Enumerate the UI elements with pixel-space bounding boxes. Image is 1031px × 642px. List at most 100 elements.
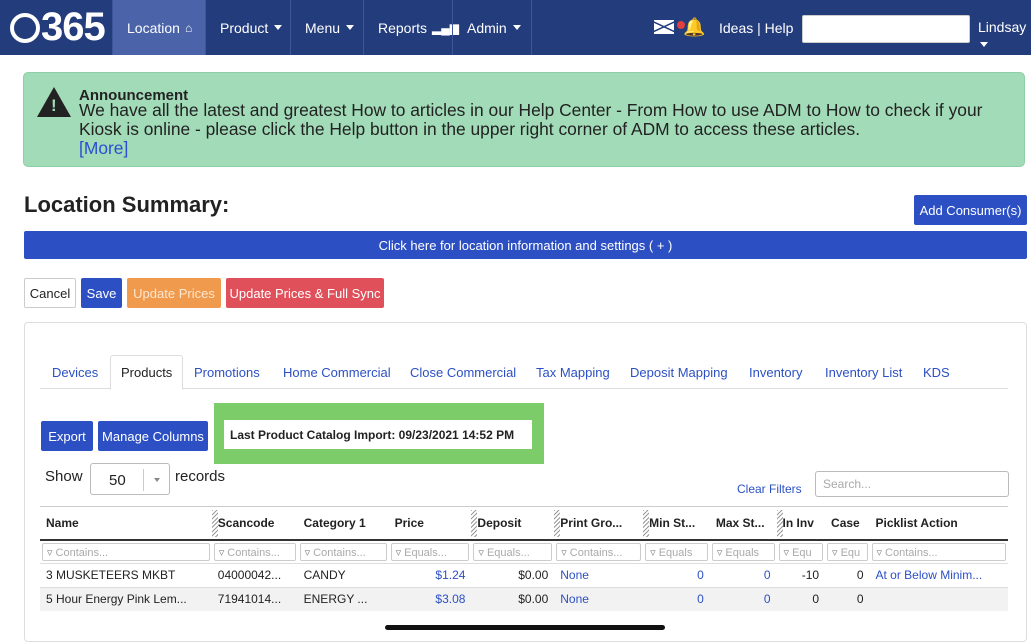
tab-home-commercial[interactable]: Home Commercial bbox=[283, 355, 391, 389]
filter-input[interactable]: ▿ Equ bbox=[778, 542, 824, 561]
filter-input[interactable]: ▿ Equals... bbox=[473, 542, 553, 561]
filter-icon: ▿ bbox=[876, 546, 883, 559]
cell-print-group[interactable]: None bbox=[554, 562, 644, 587]
bell-icon[interactable]: 🔔 bbox=[677, 17, 705, 38]
table-row[interactable]: 3 MUSKETEERS MKBT 04000042... CANDY $1.2… bbox=[40, 562, 1008, 587]
update-prices-full-sync-button[interactable]: Update Prices & Full Sync bbox=[226, 278, 384, 308]
cell-print-group[interactable]: None bbox=[554, 586, 644, 611]
update-prices-button[interactable]: Update Prices bbox=[127, 278, 221, 308]
chevron-down-icon bbox=[346, 25, 355, 30]
save-button[interactable]: Save bbox=[81, 278, 122, 308]
col-print-group[interactable]: Print Gro... bbox=[554, 506, 644, 541]
tab-deposit-mapping[interactable]: Deposit Mapping bbox=[630, 355, 728, 389]
filter-input[interactable]: ▿ Contains... bbox=[299, 542, 387, 561]
col-min-stock[interactable]: Min St... bbox=[643, 506, 710, 541]
cell-price[interactable]: $1.24 bbox=[388, 562, 472, 587]
tab-products[interactable]: Products bbox=[110, 355, 184, 390]
records-label: records bbox=[175, 468, 226, 485]
top-navbar: 365 Location ⌂ Product Menu Reports ▂▄▆ Ad… bbox=[0, 0, 1031, 55]
column-resize-handle[interactable] bbox=[211, 510, 218, 537]
tab-inventory[interactable]: Inventory bbox=[749, 355, 802, 389]
catalog-import-status: Last Product Catalog Import: 09/23/2021 … bbox=[224, 420, 532, 449]
col-price[interactable]: Price bbox=[388, 506, 472, 541]
nav-product[interactable]: Product bbox=[205, 0, 290, 55]
col-case[interactable]: Case bbox=[825, 506, 870, 541]
filter-cell: ▿ Contains... bbox=[40, 540, 212, 564]
nav-product-label: Product bbox=[220, 19, 269, 36]
cell-price[interactable]: $3.08 bbox=[388, 586, 472, 611]
filter-placeholder: Contains... bbox=[313, 546, 366, 559]
col-category[interactable]: Category 1 bbox=[297, 506, 389, 541]
filter-cell: ▿ Equals... bbox=[389, 540, 472, 564]
filter-cell: ▿ Equ bbox=[825, 540, 869, 564]
nav-reports[interactable]: Reports ▂▄▆ bbox=[363, 0, 459, 55]
cell-in-inv: 0 bbox=[776, 586, 826, 611]
chevron-down-icon bbox=[512, 25, 521, 30]
clear-filters-link[interactable]: Clear Filters bbox=[737, 482, 802, 496]
filter-input[interactable]: ▿ Contains... bbox=[871, 542, 1006, 561]
col-header-label: Picklist Action bbox=[875, 515, 958, 530]
tab-devices[interactable]: Devices bbox=[52, 355, 98, 389]
filter-input[interactable]: ▿ Equals... bbox=[390, 542, 470, 561]
cell-name[interactable]: 5 Hour Energy Pink Lem... bbox=[40, 586, 212, 611]
nav-menu[interactable]: Menu bbox=[290, 0, 363, 55]
col-scancode[interactable]: Scancode bbox=[211, 506, 298, 541]
col-in-inv[interactable]: In Inv bbox=[776, 506, 826, 541]
manage-columns-button[interactable]: Manage Columns bbox=[98, 421, 208, 451]
nav-search-input[interactable] bbox=[802, 15, 970, 43]
page-size-select[interactable]: 50 bbox=[90, 463, 170, 495]
column-resize-handle[interactable] bbox=[776, 510, 783, 537]
filter-input[interactable]: ▿ Contains... bbox=[42, 542, 210, 561]
show-label: Show bbox=[45, 468, 83, 485]
tab-inventory-list[interactable]: Inventory List bbox=[825, 355, 902, 389]
logo[interactable]: 365 bbox=[10, 5, 106, 49]
tab-kds[interactable]: KDS bbox=[923, 355, 950, 389]
cell-deposit: $0.00 bbox=[471, 586, 555, 611]
column-resize-handle[interactable] bbox=[554, 510, 561, 537]
col-name[interactable]: Name bbox=[40, 506, 212, 541]
filter-input[interactable]: ▿ Contains... bbox=[556, 542, 642, 561]
location-info-bar[interactable]: Click here for location information and … bbox=[24, 231, 1027, 259]
nav-admin[interactable]: Admin bbox=[452, 0, 532, 55]
column-resize-handle[interactable] bbox=[643, 510, 650, 537]
tab-tax-mapping[interactable]: Tax Mapping bbox=[536, 355, 610, 389]
filter-input[interactable]: ▿ Contains... bbox=[213, 542, 296, 561]
col-header-label: Min St... bbox=[649, 515, 696, 530]
table-row[interactable]: 5 Hour Energy Pink Lem... 71941014... EN… bbox=[40, 586, 1008, 611]
filter-icon: ▿ bbox=[561, 546, 567, 559]
cell-min-stock[interactable]: 0 bbox=[643, 586, 710, 611]
filter-input[interactable]: ▿ Equals bbox=[645, 542, 708, 561]
announcement-more-link[interactable]: [More] bbox=[79, 138, 128, 158]
chevron-down-icon bbox=[274, 25, 283, 30]
cell-scancode[interactable]: 04000042... bbox=[211, 562, 298, 587]
cell-max-stock[interactable]: 0 bbox=[709, 562, 777, 587]
mail-icon[interactable] bbox=[654, 20, 674, 34]
tab-promotions[interactable]: Promotions bbox=[194, 355, 260, 389]
cell-category[interactable]: CANDY bbox=[297, 562, 389, 587]
cell-max-stock[interactable]: 0 bbox=[709, 586, 777, 611]
filter-input[interactable]: ▿ Equals bbox=[711, 542, 775, 561]
filter-icon: ▿ bbox=[304, 546, 311, 559]
column-resize-handle[interactable] bbox=[471, 510, 478, 537]
cancel-button[interactable]: Cancel bbox=[24, 278, 76, 308]
cell-picklist-action[interactable] bbox=[869, 586, 1008, 611]
cell-min-stock[interactable]: 0 bbox=[643, 562, 710, 587]
home-icon: ⌂ bbox=[184, 20, 193, 35]
cell-category[interactable]: ENERGY ... bbox=[297, 586, 389, 611]
cell-name[interactable]: 3 MUSKETEERS MKBT bbox=[40, 562, 212, 587]
cell-picklist-action[interactable]: At or Below Minim... bbox=[869, 562, 1008, 587]
col-max-stock[interactable]: Max St... bbox=[709, 506, 777, 541]
filter-placeholder: Contains... bbox=[885, 546, 938, 559]
cell-scancode[interactable]: 71941014... bbox=[211, 586, 298, 611]
ideas-help-link[interactable]: Ideas | Help bbox=[705, 0, 793, 55]
filter-icon: ▿ bbox=[650, 546, 656, 559]
add-consumer-button[interactable]: Add Consumer(s) bbox=[914, 195, 1027, 225]
tab-close-commercial[interactable]: Close Commercial bbox=[410, 355, 516, 389]
user-menu[interactable]: Lindsay bbox=[978, 19, 1031, 51]
export-button[interactable]: Export bbox=[41, 421, 93, 451]
col-deposit[interactable]: Deposit bbox=[471, 506, 555, 541]
nav-location[interactable]: Location ⌂ bbox=[112, 0, 205, 55]
col-picklist-action[interactable]: Picklist Action bbox=[869, 506, 1008, 541]
table-search-input[interactable]: Search... bbox=[815, 471, 1009, 497]
filter-input[interactable]: ▿ Equ bbox=[827, 542, 868, 561]
